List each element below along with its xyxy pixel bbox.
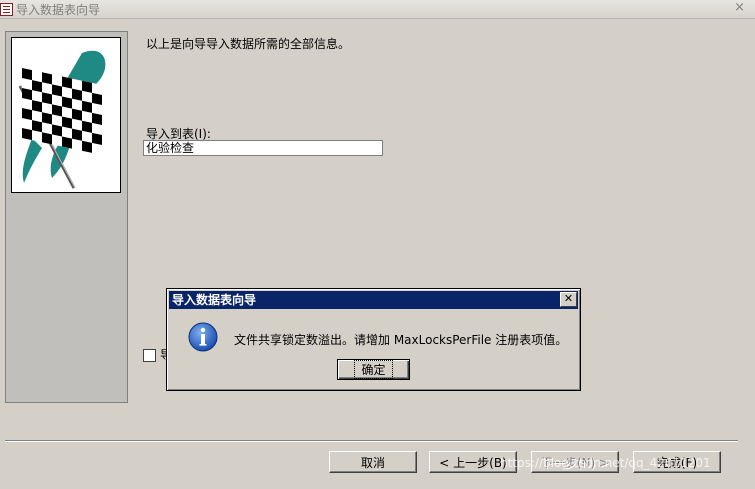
cancel-button[interactable]: 取消 bbox=[329, 451, 417, 473]
error-dialog: 导入数据表向导 ✕ 文件共享锁定数溢出。请增加 MaxLocksPerFile … bbox=[166, 288, 581, 391]
button-separator bbox=[5, 440, 738, 442]
wizard-info-text: 以上是向导导入数据所需的全部信息。 bbox=[146, 37, 351, 51]
app-icon bbox=[0, 3, 13, 16]
window-titlebar: 导入数据表向导 × bbox=[0, 0, 755, 19]
checkered-flag-image bbox=[11, 37, 121, 193]
window-title: 导入数据表向导 bbox=[16, 3, 101, 17]
dialog-ok-label: 确定 bbox=[354, 360, 393, 379]
analyze-table-checkbox[interactable] bbox=[143, 349, 156, 362]
dialog-message: 文件共享锁定数溢出。请增加 MaxLocksPerFile 注册表项值。 bbox=[234, 333, 568, 347]
dialog-title: 导入数据表向导 bbox=[169, 291, 578, 309]
dialog-close-icon[interactable]: ✕ bbox=[560, 292, 577, 307]
wizard-side-panel bbox=[5, 31, 128, 403]
checkered-flag-icon bbox=[18, 50, 106, 189]
window-close-icon[interactable]: × bbox=[734, 0, 745, 15]
table-name-input[interactable]: 化验检查 bbox=[143, 140, 383, 156]
watermark: https://blog.csdn.net/qq_42011201 bbox=[500, 456, 711, 470]
info-icon bbox=[188, 322, 218, 352]
dialog-ok-button[interactable]: 确定 bbox=[337, 359, 410, 380]
